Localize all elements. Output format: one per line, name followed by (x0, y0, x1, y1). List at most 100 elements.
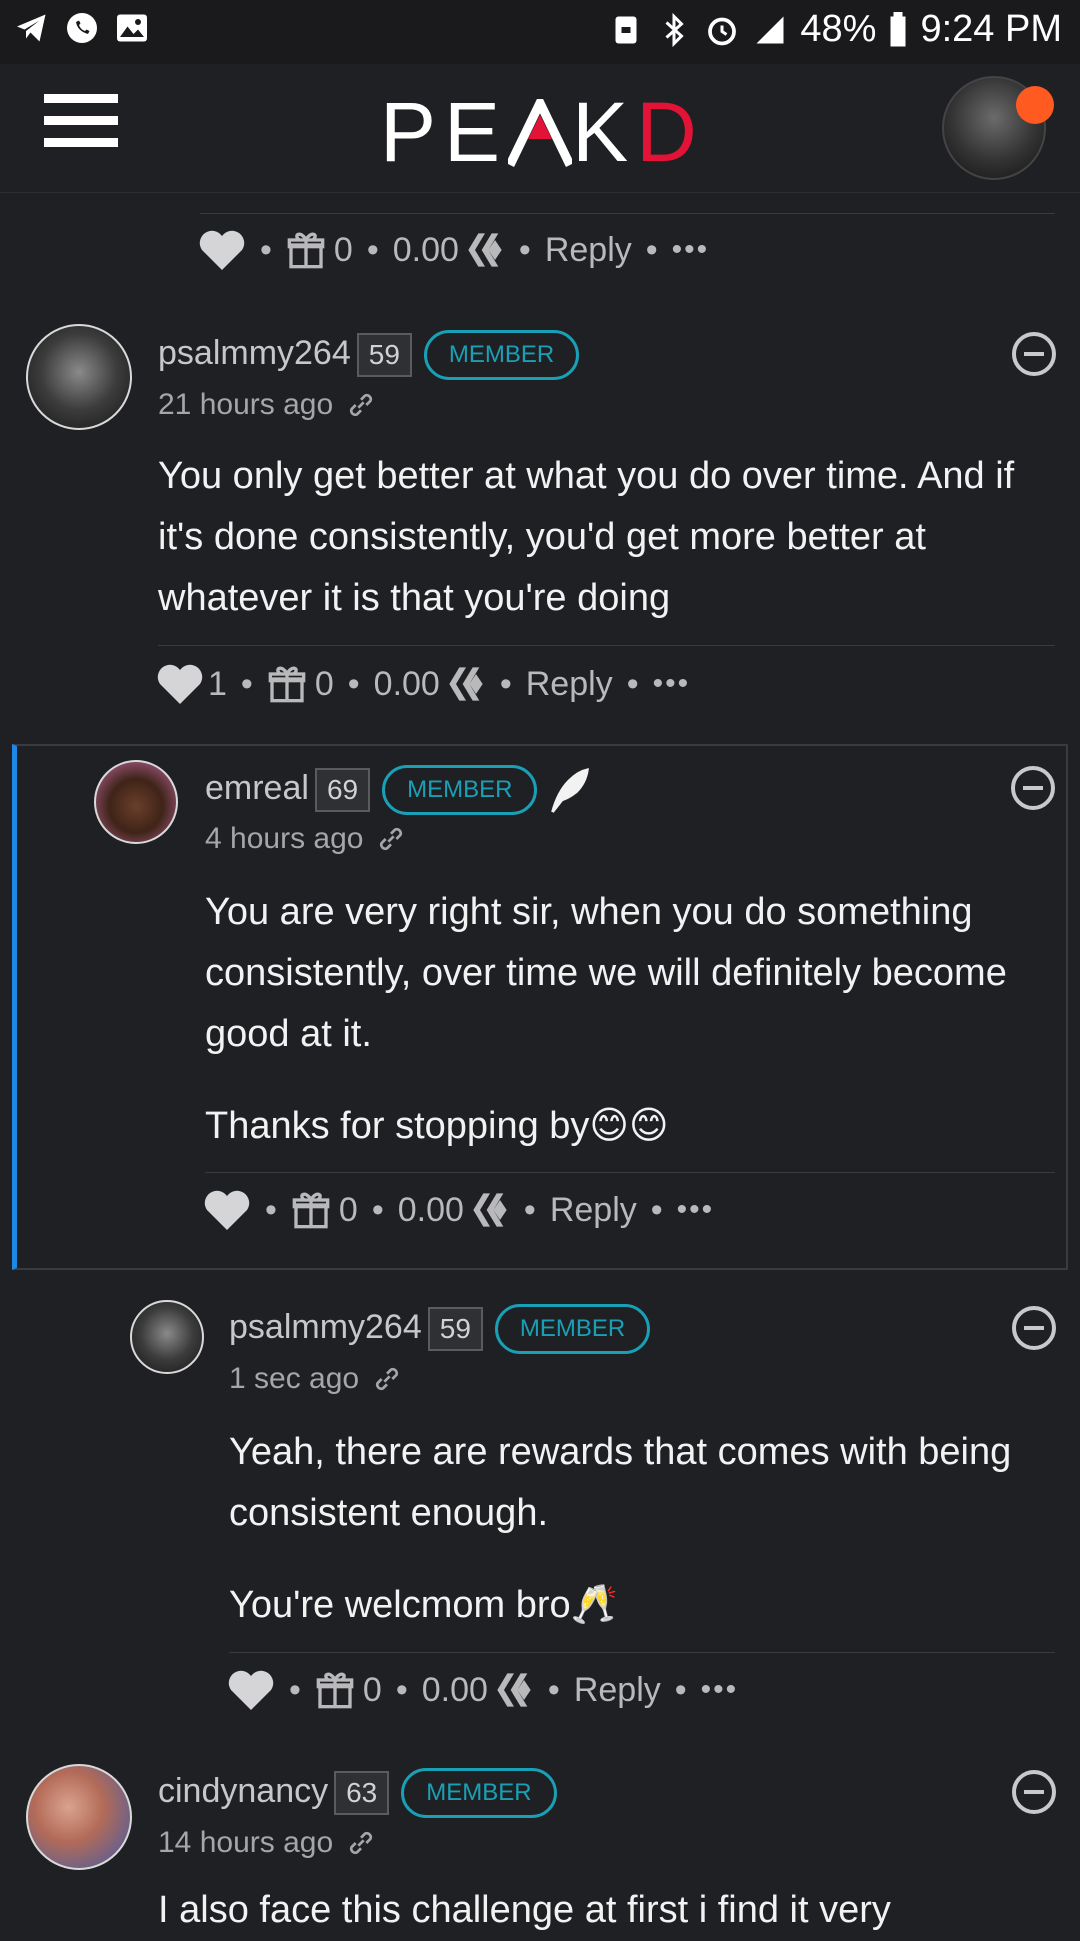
permalink-icon[interactable] (371, 1363, 403, 1395)
reply-link[interactable]: Reply (550, 1191, 637, 1230)
comment-body: Yeah, there are rewards that comes with … (229, 1422, 1055, 1636)
separator: • (265, 1190, 277, 1229)
member-badge[interactable]: MEMBER (382, 765, 538, 815)
collapse-comment-icon[interactable] (1012, 1770, 1056, 1814)
more-options-icon[interactable]: ••• (653, 667, 691, 701)
gift-icon[interactable] (291, 1189, 331, 1231)
separator: • (626, 664, 639, 703)
payout-value[interactable]: 0.00 (374, 665, 440, 704)
collapse-comment-icon[interactable] (1012, 1306, 1056, 1350)
battery-percent: 48% (800, 8, 877, 50)
username[interactable]: emreal (205, 769, 309, 807)
comment-meta: 14 hours ago (158, 1826, 377, 1860)
separator: • (366, 230, 379, 269)
comment-header: cindynancy 63 MEMBER (158, 1768, 557, 1818)
telegram-icon (17, 14, 46, 42)
gift-icon[interactable] (286, 229, 326, 271)
avatar[interactable] (26, 324, 132, 430)
separator: • (260, 230, 272, 269)
app-header: PE KD (0, 64, 1080, 193)
permalink-icon[interactable] (345, 1827, 377, 1859)
comment-header: psalmmy264 59 MEMBER (158, 330, 580, 380)
action-bar: 1 • 0 • 0.00 • Reply • ••• (156, 662, 690, 706)
more-options-icon[interactable]: ••• (701, 1673, 739, 1707)
bluetooth-icon (665, 12, 685, 47)
timestamp[interactable]: 4 hours ago (205, 822, 363, 856)
gift-count: 0 (333, 230, 353, 269)
username[interactable]: psalmmy264 (229, 1308, 422, 1346)
peakd-logo[interactable]: PE KD (380, 84, 705, 181)
hive-icon (473, 1193, 507, 1227)
hive-icon (468, 233, 502, 267)
separator: • (371, 1190, 384, 1229)
collapse-comment-icon[interactable] (1011, 766, 1055, 810)
signal-icon (756, 16, 784, 43)
nfc-icon (615, 16, 637, 43)
more-options-icon[interactable]: ••• (672, 233, 710, 267)
more-options-icon[interactable]: ••• (677, 1193, 715, 1227)
comment-body: I also face this challenge at first i fi… (158, 1880, 1058, 1941)
vote-count[interactable]: 1 (208, 665, 227, 704)
hive-icon (497, 1673, 531, 1707)
logo-a-glyph (506, 84, 575, 181)
reputation-badge: 69 (314, 768, 371, 812)
member-badge[interactable]: MEMBER (423, 330, 580, 380)
comment-meta: 1 sec ago (229, 1362, 403, 1396)
action-bar: • 0 • 0.00 • Reply • ••• (198, 228, 709, 272)
upvote-heart-icon[interactable] (203, 1188, 251, 1232)
username[interactable]: cindynancy (158, 1772, 328, 1810)
gift-count: 0 (362, 1670, 382, 1709)
member-badge[interactable]: MEMBER (401, 1768, 557, 1818)
reply-link[interactable]: Reply (574, 1671, 661, 1710)
avatar[interactable] (130, 1300, 204, 1374)
action-bar: • 0 • 0.00 • Reply • ••• (227, 1668, 738, 1712)
permalink-icon[interactable] (345, 389, 377, 421)
separator: • (523, 1190, 536, 1229)
upvote-heart-icon[interactable] (198, 228, 246, 272)
divider (229, 1652, 1055, 1653)
gift-icon[interactable] (315, 1669, 355, 1711)
hive-icon (449, 667, 483, 701)
separator: • (674, 1670, 687, 1709)
timestamp[interactable]: 21 hours ago (158, 388, 333, 422)
gift-icon[interactable] (267, 663, 307, 705)
timestamp[interactable]: 1 sec ago (229, 1362, 359, 1396)
status-right: 48% 9:24 PM (608, 8, 1062, 51)
gift-count: 0 (338, 1190, 358, 1229)
avatar[interactable] (94, 760, 178, 844)
menu-icon[interactable] (44, 94, 118, 152)
reply-link[interactable]: Reply (545, 231, 632, 270)
user-avatar-button[interactable] (942, 76, 1054, 180)
separator: • (395, 1670, 408, 1709)
reply-link[interactable]: Reply (526, 665, 613, 704)
comment-body: You only get better at what you do over … (158, 446, 1058, 629)
action-bar: • 0 • 0.00 • Reply • ••• (203, 1188, 714, 1232)
member-badge[interactable]: MEMBER (494, 1304, 651, 1354)
status-left (14, 10, 150, 46)
reputation-badge: 59 (427, 1307, 483, 1351)
payout-value[interactable]: 0.00 (393, 231, 459, 270)
upvote-heart-icon[interactable] (227, 1668, 275, 1712)
separator: • (645, 230, 658, 269)
collapse-comment-icon[interactable] (1012, 332, 1056, 376)
comment-paragraph: You're welcmom bro🥂 (229, 1584, 618, 1626)
username[interactable]: psalmmy264 (158, 334, 351, 372)
status-bar: 48% 9:24 PM (0, 0, 1080, 64)
reputation-badge: 63 (334, 1771, 390, 1815)
logo-text-d: D (636, 85, 705, 179)
payout-value[interactable]: 0.00 (422, 1671, 488, 1710)
permalink-icon[interactable] (375, 823, 407, 855)
comment-body: You are very right sir, when you do some… (205, 882, 1055, 1157)
logo-text-k: K (572, 85, 637, 179)
comment-paragraph: You only get better at what you do over … (158, 455, 1015, 619)
separator: • (499, 664, 512, 703)
avatar[interactable] (26, 1764, 132, 1870)
divider (205, 1172, 1055, 1173)
logo-text-pe: PE (380, 85, 509, 179)
upvote-heart-icon[interactable] (156, 662, 204, 706)
payout-value[interactable]: 0.00 (398, 1191, 464, 1230)
notification-dot (1016, 86, 1054, 124)
gift-count: 0 (314, 664, 334, 703)
separator: • (289, 1670, 301, 1709)
timestamp[interactable]: 14 hours ago (158, 1826, 333, 1860)
